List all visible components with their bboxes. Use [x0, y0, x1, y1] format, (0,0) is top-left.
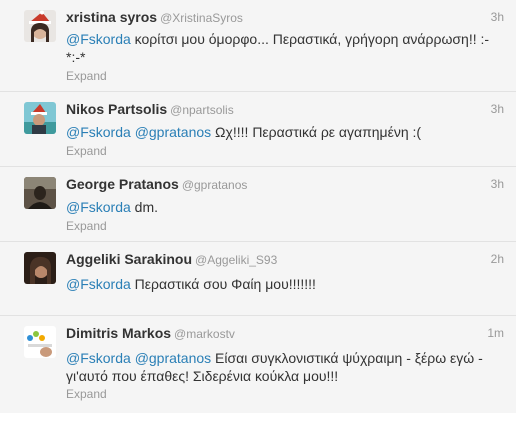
expand-link[interactable]: Expand — [66, 219, 107, 233]
tweet-timestamp[interactable]: 3h — [491, 102, 504, 116]
author-name[interactable]: xristina syros — [66, 9, 157, 25]
tweet-text-line: @Fskorda dm. — [66, 198, 508, 216]
tweet-header: xristina syros @XristinaSyros — [66, 9, 243, 27]
tweet-text-segment: γι'αυτό που έπαθες! Σιδερένια κούκλα μου… — [66, 368, 339, 384]
mention-link[interactable]: @Fskorda — [66, 31, 131, 47]
tweet[interactable]: George Pratanos @gpratanos 3h @Fskorda dm… — [0, 167, 516, 242]
tweet-text-segment: *:-* — [66, 49, 86, 65]
tweet[interactable]: Aggeliki Sarakinou @Aggeliki_S93 2h @Fsko… — [0, 242, 516, 316]
tweet-text-segment: Είσαι συγκλονιστικά ψύχραιμη - ξέρω εγώ … — [211, 350, 483, 366]
tweet-header: Aggeliki Sarakinou @Aggeliki_S93 — [66, 251, 277, 269]
expand-link[interactable]: Expand — [66, 144, 107, 158]
tweet-timestamp[interactable]: 1m — [487, 326, 504, 340]
author-name[interactable]: Dimitris Markos — [66, 325, 171, 341]
tweet-text-line: γι'αυτό που έπαθες! Σιδερένια κούκλα μου… — [66, 367, 508, 385]
mention-link[interactable]: @gpratanos — [135, 350, 211, 366]
tweet-text: @Fskorda @gpratanos Είσαι συγκλονιστικά … — [66, 349, 508, 385]
tweet-header: George Pratanos @gpratanos — [66, 176, 247, 194]
avatar[interactable] — [24, 102, 56, 134]
tweet-stream: xristina syros @XristinaSyros 3h @Fskorda… — [0, 0, 516, 413]
mention-link[interactable]: @Fskorda — [66, 199, 131, 215]
tweet-text-segment: Περαστικά σου Φαίη μου!!!!!!! — [130, 276, 316, 292]
tweet-timestamp[interactable]: 3h — [491, 177, 504, 191]
author-name[interactable]: Nikos Partsolis — [66, 101, 167, 117]
author-name[interactable]: Aggeliki Sarakinou — [66, 251, 192, 267]
tweet-text-line: @Fskorda @gpratanos Ωχ!!!! Περαστικά ρε … — [66, 123, 508, 141]
tweet[interactable]: Nikos Partsolis @npartsolis 3h @Fskorda @… — [0, 92, 516, 167]
mention-link[interactable]: @Fskorda — [66, 276, 131, 292]
expand-link[interactable]: Expand — [66, 69, 107, 83]
tweet-text-segment: Ωχ!!!! Περαστικά ρε αγαπημένη :( — [211, 124, 422, 140]
tweet-text-segment: dm. — [130, 199, 159, 215]
mention-link[interactable]: @gpratanos — [135, 124, 211, 140]
author-username[interactable]: @Aggeliki_S93 — [195, 253, 277, 267]
tweet-text-line: @Fskorda Περαστικά σου Φαίη μου!!!!!!! — [66, 275, 508, 293]
mention-link[interactable]: @Fskorda — [66, 124, 131, 140]
author-name[interactable]: George Pratanos — [66, 176, 179, 192]
tweet-header: Nikos Partsolis @npartsolis — [66, 101, 234, 119]
author-username[interactable]: @gpratanos — [182, 178, 248, 192]
tweet-timestamp[interactable]: 3h — [491, 10, 504, 24]
tweet-text: @Fskorda @gpratanos Ωχ!!!! Περαστικά ρε … — [66, 123, 508, 141]
mention-link[interactable]: @Fskorda — [66, 350, 131, 366]
tweet[interactable]: xristina syros @XristinaSyros 3h @Fskorda… — [0, 0, 516, 92]
tweet-text-line: @Fskorda @gpratanos Είσαι συγκλονιστικά … — [66, 349, 508, 367]
author-username[interactable]: @markostv — [174, 327, 235, 341]
author-username[interactable]: @XristinaSyros — [160, 11, 243, 25]
avatar[interactable] — [24, 177, 56, 209]
tweet-text: @Fskorda dm. — [66, 198, 508, 216]
tweet-timestamp[interactable]: 2h — [491, 252, 504, 266]
tweet-text: @Fskorda κορίτσι μου όμορφο... Περαστικά… — [66, 30, 508, 66]
avatar[interactable] — [24, 252, 56, 284]
tweet-text-line: *:-* — [66, 48, 508, 66]
expand-link[interactable]: Expand — [66, 387, 107, 401]
tweet-header: Dimitris Markos @markostv — [66, 325, 235, 343]
tweet-text-segment: κορίτσι μου όμορφο... Περαστικά, γρήγορη… — [130, 31, 490, 47]
tweet-text-line: @Fskorda κορίτσι μου όμορφο... Περαστικά… — [66, 30, 508, 48]
tweet-text: @Fskorda Περαστικά σου Φαίη μου!!!!!!! — [66, 275, 508, 293]
author-username[interactable]: @npartsolis — [170, 103, 234, 117]
avatar[interactable] — [24, 326, 56, 358]
tweet[interactable]: Dimitris Markos @markostv 1m @Fskorda @gp… — [0, 316, 516, 413]
avatar[interactable] — [24, 10, 56, 42]
